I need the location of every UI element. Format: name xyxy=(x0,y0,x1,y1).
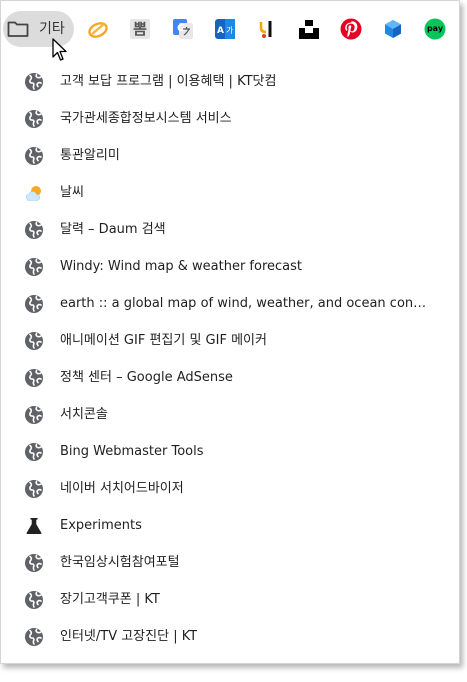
bookmark-item-label: earth :: a global map of wind, weather, … xyxy=(60,296,427,311)
globe-icon xyxy=(24,368,44,388)
cube-icon[interactable] xyxy=(382,18,404,40)
bookmark-item-label: Windy: Wind map & weather forecast xyxy=(60,259,302,274)
bookmark-list: 고객 보답 프로그램 | 이용혜택 | KT닷컴 국가관세종합정보시스템 서비스… xyxy=(1,64,459,656)
globe-icon xyxy=(24,553,44,573)
bookmark-item-label: 애니메이션 GIF 편집기 및 GIF 메이커 xyxy=(60,333,267,348)
bookmark-item-label: 인터넷/TV 고장진단 | KT xyxy=(60,629,198,644)
shopping-ring-icon[interactable] xyxy=(87,18,109,40)
naver-pay-icon[interactable]: pay xyxy=(424,18,446,40)
bookmark-item[interactable]: 한국임상시험참여포털 xyxy=(1,545,459,582)
bookmark-item[interactable]: earth :: a global map of wind, weather, … xyxy=(1,286,459,323)
bookmark-item[interactable]: 국가관세종합정보시스템 서비스 xyxy=(1,101,459,138)
bbom-icon[interactable]: 뽐 xyxy=(129,18,151,40)
bookmark-item[interactable]: 통관알리미 xyxy=(1,138,459,175)
jobkorea-icon[interactable] xyxy=(256,18,278,40)
globe-icon xyxy=(24,294,44,314)
bookmark-item-label: Experiments xyxy=(60,518,142,533)
bookmark-item[interactable]: 인터넷/TV 고장진단 | KT xyxy=(1,619,459,656)
bookmark-item[interactable]: 서치콘솔 xyxy=(1,397,459,434)
globe-icon xyxy=(24,220,44,240)
bookmark-item-label: 서치콘솔 xyxy=(60,407,108,422)
bookmark-item-label: 장기고객쿠폰 | KT xyxy=(60,592,160,607)
bookmark-item-label: 통관알리미 xyxy=(60,148,120,163)
pinterest-icon[interactable] xyxy=(340,18,362,40)
bookmark-item[interactable]: 정책 센터 – Google AdSense xyxy=(1,360,459,397)
bookmarks-bar: 기타 뽐 G A 가 pay xyxy=(1,1,459,62)
bookmark-item-label: 정책 센터 – Google AdSense xyxy=(60,370,233,385)
papago-icon[interactable]: A 가 xyxy=(214,18,236,40)
svg-text:A: A xyxy=(217,26,224,36)
globe-icon xyxy=(24,479,44,499)
weather-icon xyxy=(24,183,44,203)
bookmark-item-label: 국가관세종합정보시스템 서비스 xyxy=(60,111,232,126)
folder-label: 기타 xyxy=(39,21,65,37)
bookmark-item[interactable]: 날씨 xyxy=(1,175,459,212)
bookmark-item-label: 네이버 서치어드바이저 xyxy=(60,481,184,496)
mouse-cursor-icon xyxy=(52,38,68,62)
bookmark-item[interactable]: Bing Webmaster Tools xyxy=(1,434,459,471)
bookmark-item-label: Bing Webmaster Tools xyxy=(60,444,204,459)
globe-icon xyxy=(24,442,44,462)
globe-icon xyxy=(24,590,44,610)
bbom-icon-text: 뽐 xyxy=(133,20,147,38)
globe-icon xyxy=(24,331,44,351)
globe-icon xyxy=(24,72,44,92)
svg-text:가: 가 xyxy=(226,26,234,35)
bookmark-item[interactable]: 달력 – Daum 검색 xyxy=(1,212,459,249)
globe-icon xyxy=(24,405,44,425)
bookmark-item[interactable]: Windy: Wind map & weather forecast xyxy=(1,249,459,286)
bookmark-item-label: 날씨 xyxy=(60,185,84,200)
bookmark-item[interactable]: 네이버 서치어드바이저 xyxy=(1,471,459,508)
google-translate-icon[interactable]: G xyxy=(172,18,194,40)
bookmark-item[interactable]: Experiments xyxy=(1,508,459,545)
bookmark-item-label: 달력 – Daum 검색 xyxy=(60,222,166,237)
bookmark-folder-popup: 기타 뽐 G A 가 pay 고객 보답 프로그램 | 이용혜택 | KT닷컴 … xyxy=(0,0,460,664)
folder-icon xyxy=(7,20,29,38)
bookmark-item[interactable]: 장기고객쿠폰 | KT xyxy=(1,582,459,619)
bookmark-item[interactable]: 고객 보답 프로그램 | 이용혜택 | KT닷컴 xyxy=(1,64,459,101)
globe-icon xyxy=(24,146,44,166)
bookmark-item[interactable]: 애니메이션 GIF 편집기 및 GIF 메이커 xyxy=(1,323,459,360)
bookmark-item-label: 고객 보답 프로그램 | 이용혜택 | KT닷컴 xyxy=(60,74,277,89)
unsplash-icon[interactable] xyxy=(298,18,320,40)
naver-pay-text: pay xyxy=(426,24,444,33)
globe-icon xyxy=(24,627,44,647)
bookmark-item-label: 한국임상시험참여포털 xyxy=(60,555,180,570)
globe-icon xyxy=(24,257,44,277)
globe-icon xyxy=(24,109,44,129)
flask-icon xyxy=(24,516,44,536)
